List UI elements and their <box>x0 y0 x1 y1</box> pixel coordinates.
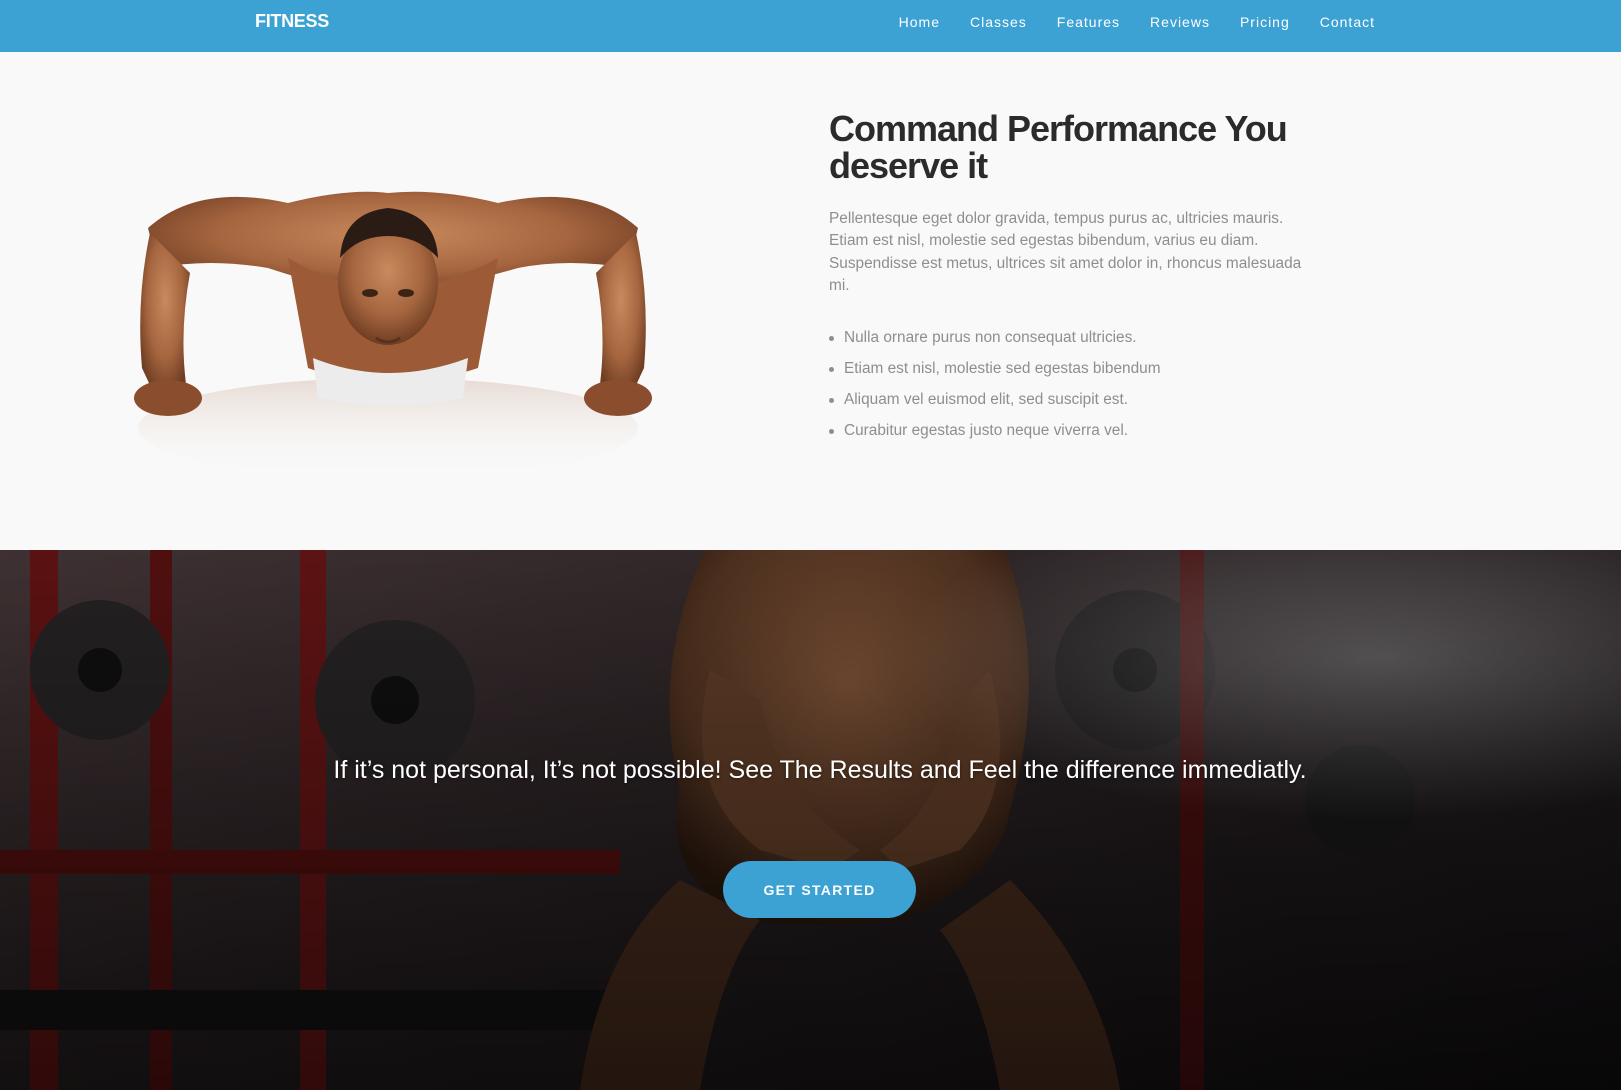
nav-link-classes[interactable]: Classes <box>970 14 1027 30</box>
brand-logo[interactable]: FITNESS <box>255 11 329 32</box>
pushup-athlete-image <box>118 68 668 538</box>
top-navbar: FITNESS Home Classes Features Reviews Pr… <box>0 0 1621 52</box>
feature-title: Command Performance You deserve it <box>829 108 1288 186</box>
get-started-button[interactable]: GET STARTED <box>723 861 916 918</box>
feature-description: Pellentesque eget dolor gravida, tempus … <box>829 210 1302 294</box>
main-nav: Home Classes Features Reviews Pricing Co… <box>869 14 1375 32</box>
feature-bullet-list: Nulla ornare purus non consequat ultrici… <box>829 322 1309 446</box>
feature-section: Command Performance You deserve it Pelle… <box>0 52 1621 550</box>
hero-tagline: If it’s not personal, It’s not possible!… <box>333 756 1307 784</box>
nav-link-home[interactable]: Home <box>899 14 940 30</box>
feature-bullet: Aliquam vel euismod elit, sed suscipit e… <box>829 384 1309 415</box>
nav-link-features[interactable]: Features <box>1057 14 1120 30</box>
feature-bullet: Nulla ornare purus non consequat ultrici… <box>829 322 1309 353</box>
feature-bullet: Curabitur egestas justo neque viverra ve… <box>829 415 1309 446</box>
nav-link-reviews[interactable]: Reviews <box>1150 14 1210 30</box>
gym-background-image <box>0 550 1621 1090</box>
feature-text-block: Command Performance You deserve it Pelle… <box>829 110 1309 446</box>
nav-link-pricing[interactable]: Pricing <box>1240 14 1290 30</box>
hero-section: If it’s not personal, It’s not possible!… <box>0 550 1621 1090</box>
feature-bullet: Etiam est nisl, molestie sed egestas bib… <box>829 353 1309 384</box>
nav-link-contact[interactable]: Contact <box>1320 14 1375 30</box>
